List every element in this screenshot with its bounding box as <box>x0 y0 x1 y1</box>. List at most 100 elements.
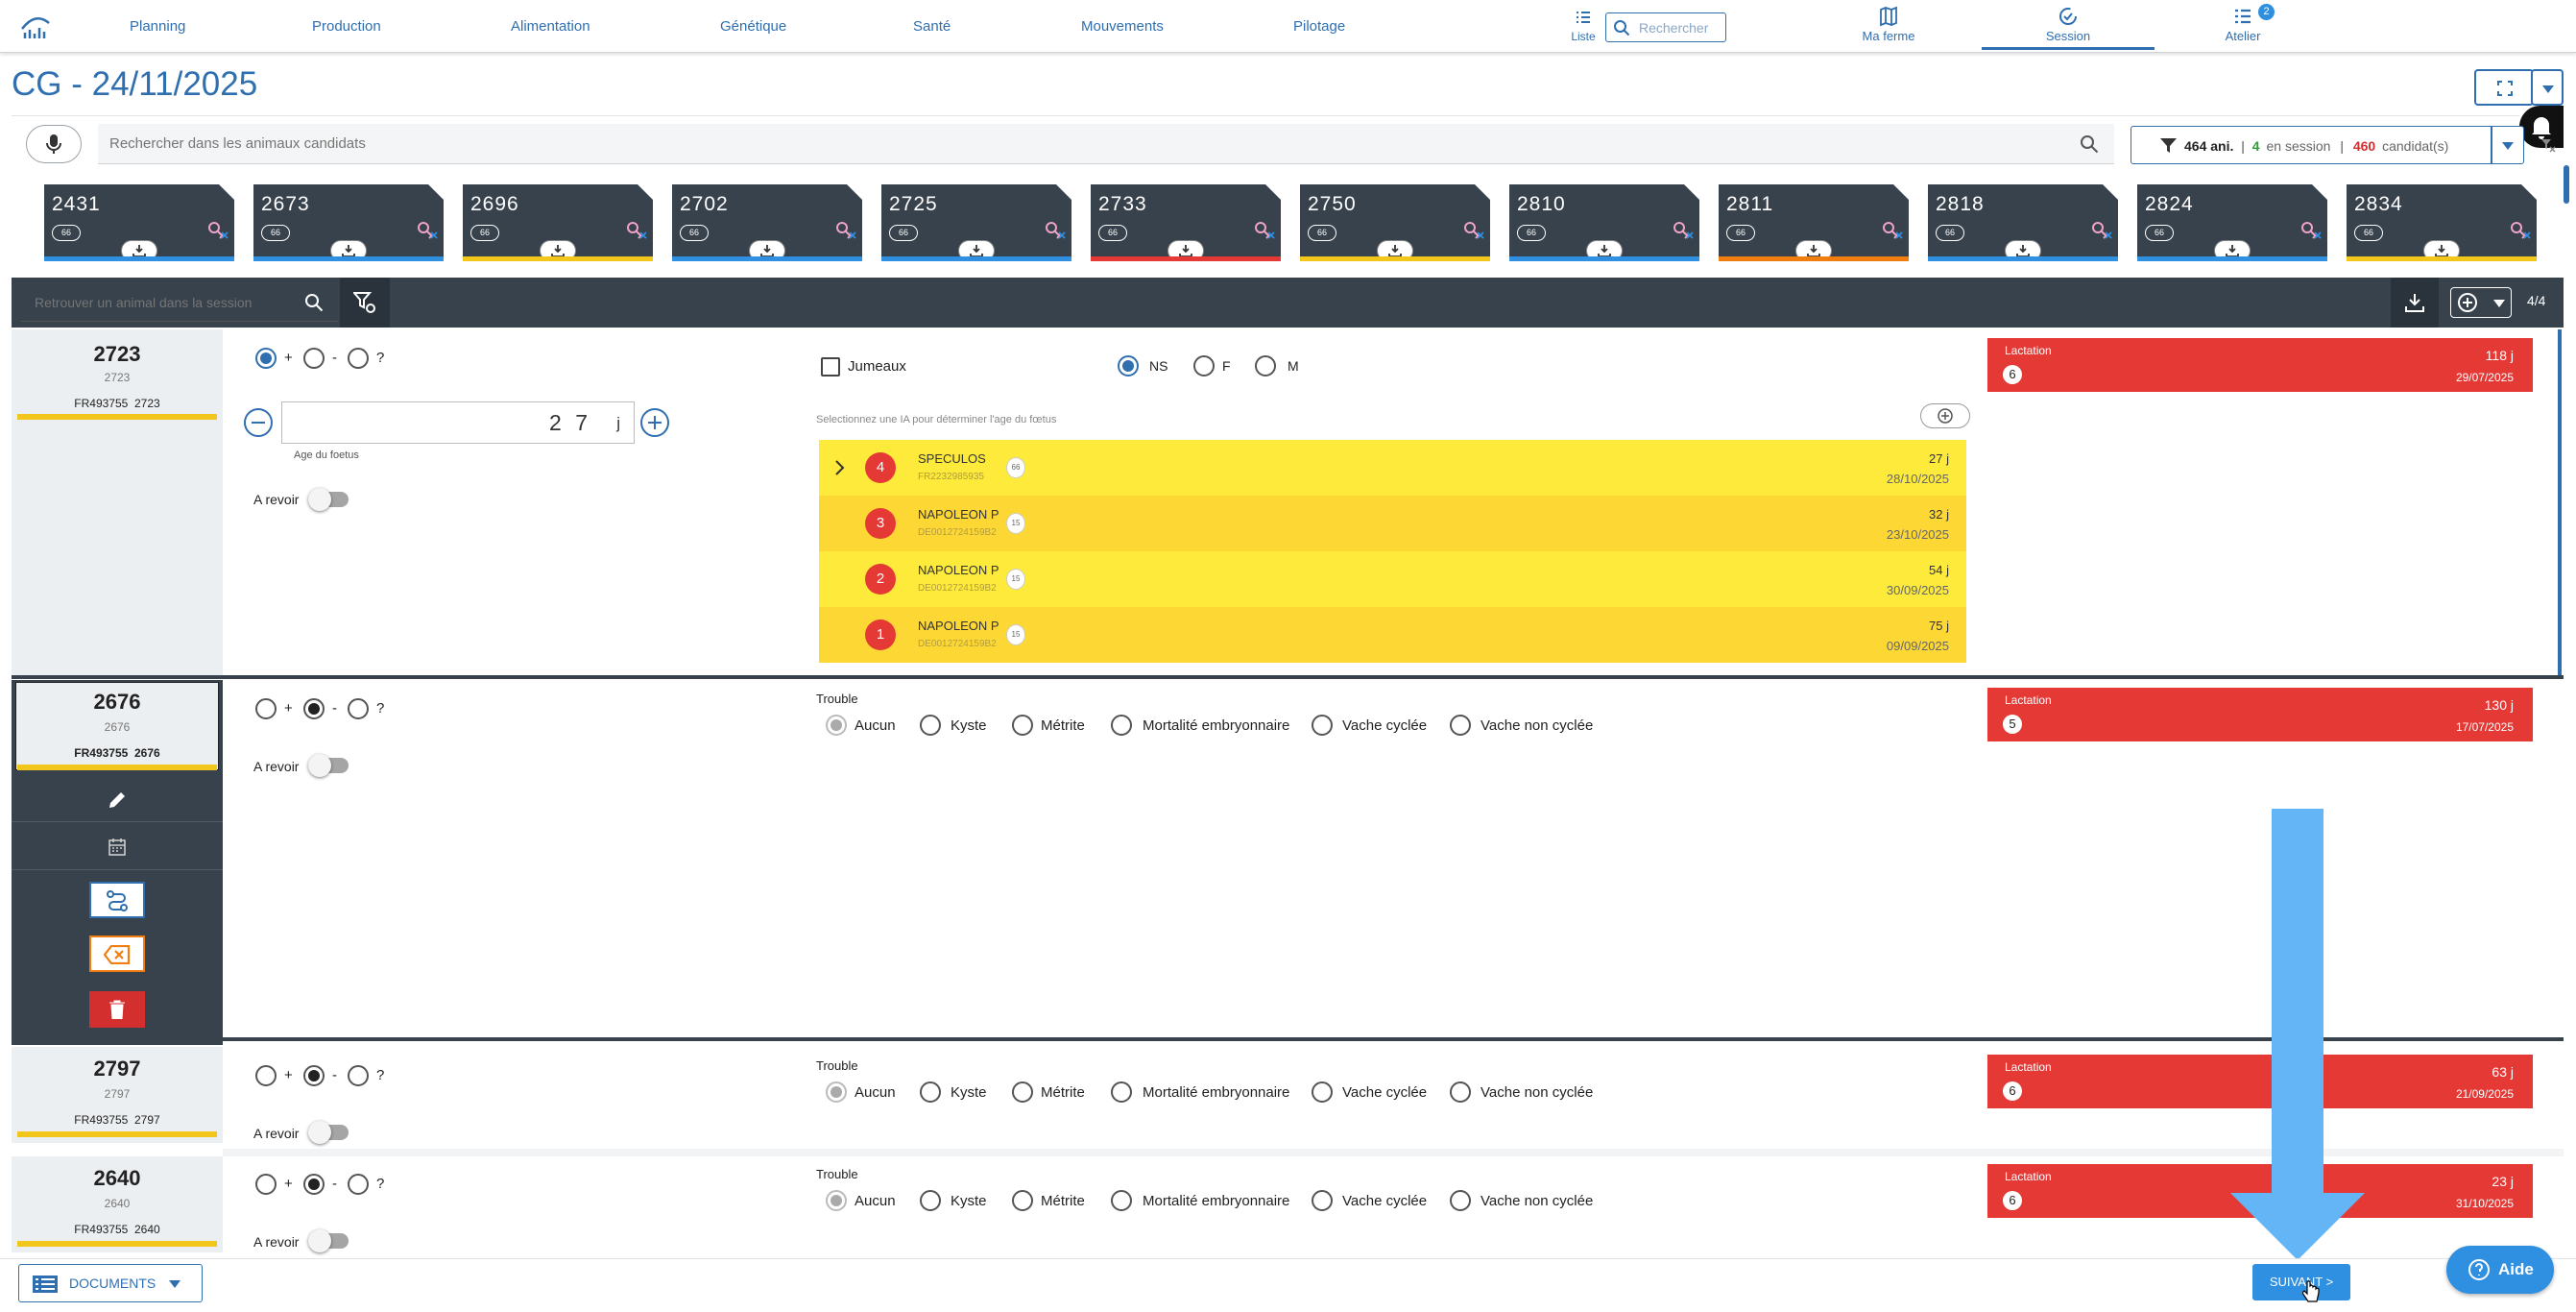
candidate-card-4[interactable]: 2725 66 <box>881 184 1071 261</box>
animal-summary-2640[interactable]: 2640 2640 FR493755 2640 <box>12 1156 223 1252</box>
trouble-option-radio-5[interactable] <box>1450 715 1471 736</box>
ia-row-1[interactable]: 1 NAPOLEON P DE0012724159B2 15 75 j 09/09/202… <box>819 607 1966 663</box>
candidate-card-10[interactable]: 2824 66 <box>2137 184 2327 261</box>
candidate-card-6[interactable]: 2750 66 <box>1300 184 1490 261</box>
ia-row-2[interactable]: 2 NAPOLEON P DE0012724159B2 15 54 j 30/09/202… <box>819 551 1966 607</box>
voice-search-button[interactable] <box>26 125 82 163</box>
session-add-animal-button[interactable] <box>2450 287 2512 318</box>
nav-production[interactable]: Production <box>312 0 381 53</box>
nav-mouvements[interactable]: Mouvements <box>1081 0 1164 53</box>
candidate-card-0[interactable]: 2431 66 <box>44 184 234 261</box>
gestation-negative-radio[interactable] <box>303 1065 325 1086</box>
candidate-filter-dropdown[interactable] <box>2492 126 2524 164</box>
remove-female-icon[interactable] <box>2510 221 2531 240</box>
trouble-option-radio-3[interactable] <box>1111 715 1132 736</box>
trouble-option-radio-5[interactable] <box>1450 1081 1471 1103</box>
nav-sante[interactable]: Santé <box>913 0 951 53</box>
trouble-option-radio-4[interactable] <box>1312 715 1333 736</box>
chevron-right-icon[interactable] <box>834 459 846 476</box>
trouble-option-radio-1[interactable] <box>920 1081 941 1103</box>
trouble-option-radio-3[interactable] <box>1111 1081 1132 1103</box>
candidate-card-1[interactable]: 2673 66 <box>253 184 444 261</box>
row-scrollbar[interactable] <box>2558 329 2562 675</box>
animal-summary-2723[interactable]: 2723 2723 FR493755 2723 <box>12 329 223 675</box>
trouble-option-radio-4[interactable] <box>1312 1081 1333 1103</box>
trouble-option-radio-3[interactable] <box>1111 1190 1132 1211</box>
a-revoir-toggle[interactable] <box>308 1229 349 1252</box>
trouble-option-radio-1[interactable] <box>920 1190 941 1211</box>
remove-female-icon[interactable] <box>1045 221 1066 240</box>
trouble-option-radio-0[interactable] <box>826 1081 847 1103</box>
remove-female-icon[interactable] <box>1254 221 1275 240</box>
title-dropdown-button[interactable] <box>2531 69 2564 106</box>
trouble-option-radio-5[interactable] <box>1450 1190 1471 1211</box>
session-download-button[interactable] <box>2391 278 2439 328</box>
gestation-unknown-radio[interactable] <box>348 1174 369 1195</box>
decrement-button[interactable] <box>244 408 273 437</box>
nav-planning[interactable]: Planning <box>130 0 185 53</box>
trouble-option-radio-4[interactable] <box>1312 1190 1333 1211</box>
a-revoir-toggle[interactable] <box>308 1121 349 1144</box>
trouble-option-radio-2[interactable] <box>1012 715 1033 736</box>
sex-ns-radio[interactable] <box>1118 355 1139 377</box>
route-button[interactable] <box>89 882 145 918</box>
a-revoir-toggle[interactable] <box>308 488 349 511</box>
gestation-negative-radio[interactable] <box>303 698 325 719</box>
remove-female-icon[interactable] <box>2091 221 2112 240</box>
remove-female-icon[interactable] <box>1673 221 1694 240</box>
ia-row-3[interactable]: 3 NAPOLEON P DE0012724159B2 15 32 j 23/10/202… <box>819 496 1966 551</box>
trouble-option-radio-1[interactable] <box>920 715 941 736</box>
documents-button[interactable]: DOCUMENTS <box>18 1264 203 1302</box>
candidate-card-8[interactable]: 2811 66 <box>1719 184 1909 261</box>
candidate-card-3[interactable]: 2702 66 <box>672 184 862 261</box>
nav-session[interactable]: Session <box>1982 4 2155 50</box>
animal-summary-2676[interactable]: 2676 2676 FR493755 2676 <box>12 680 223 774</box>
session-search-input[interactable] <box>21 283 338 322</box>
candidates-scrollbar[interactable] <box>2564 165 2569 204</box>
animal-summary-2797[interactable]: 2797 2797 FR493755 2797 <box>12 1047 223 1143</box>
gestation-positive-radio[interactable] <box>255 348 277 369</box>
nav-pilotage[interactable]: Pilotage <box>1293 0 1345 53</box>
remove-female-icon[interactable] <box>626 221 647 240</box>
nav-ma-ferme[interactable]: Ma ferme <box>1802 4 1975 50</box>
remove-female-icon[interactable] <box>835 221 856 240</box>
candidate-search-input[interactable] <box>98 124 2114 164</box>
nav-atelier[interactable]: Atelier 2 <box>2156 4 2329 50</box>
gestation-negative-radio[interactable] <box>303 1174 325 1195</box>
ia-row-4[interactable]: 4 SPECULOS FR2232985935 66 27 j 28/10/2025 <box>819 440 1966 496</box>
list-view-button[interactable]: Liste <box>1563 6 1603 48</box>
gestation-unknown-radio[interactable] <box>348 1065 369 1086</box>
remove-from-session-button[interactable] <box>89 935 145 972</box>
sex-m-radio[interactable] <box>1255 355 1276 377</box>
candidate-card-9[interactable]: 2818 66 <box>1928 184 2118 261</box>
search-icon[interactable] <box>2080 134 2099 154</box>
delete-button[interactable] <box>89 991 145 1028</box>
gestation-positive-radio[interactable] <box>255 698 277 719</box>
trouble-option-radio-2[interactable] <box>1012 1190 1033 1211</box>
remove-female-icon[interactable] <box>1463 221 1484 240</box>
candidate-card-2[interactable]: 2696 66 <box>463 184 653 261</box>
gestation-negative-radio[interactable] <box>303 348 325 369</box>
candidate-card-11[interactable]: 2834 66 <box>2347 184 2537 261</box>
increment-button[interactable] <box>640 408 669 437</box>
calendar-button[interactable] <box>12 824 223 870</box>
remove-female-icon[interactable] <box>207 221 229 240</box>
gestation-unknown-radio[interactable] <box>348 698 369 719</box>
search-icon[interactable] <box>304 293 324 312</box>
remove-female-icon[interactable] <box>1882 221 1903 240</box>
gestation-unknown-radio[interactable] <box>348 348 369 369</box>
nav-alimentation[interactable]: Alimentation <box>511 0 590 53</box>
remove-female-icon[interactable] <box>2300 221 2322 240</box>
remove-female-icon[interactable] <box>417 221 438 240</box>
gestation-positive-radio[interactable] <box>255 1065 277 1086</box>
sex-f-radio[interactable] <box>1193 355 1215 377</box>
add-ia-button[interactable] <box>1920 403 1970 428</box>
help-button[interactable]: Aide <box>2446 1246 2554 1294</box>
trouble-option-radio-2[interactable] <box>1012 1081 1033 1103</box>
a-revoir-toggle[interactable] <box>308 754 349 777</box>
trouble-option-radio-0[interactable] <box>826 1190 847 1211</box>
trouble-option-radio-0[interactable] <box>826 715 847 736</box>
gestation-positive-radio[interactable] <box>255 1174 277 1195</box>
candidate-card-7[interactable]: 2810 66 <box>1509 184 1699 261</box>
candidate-card-5[interactable]: 2733 66 <box>1091 184 1281 261</box>
